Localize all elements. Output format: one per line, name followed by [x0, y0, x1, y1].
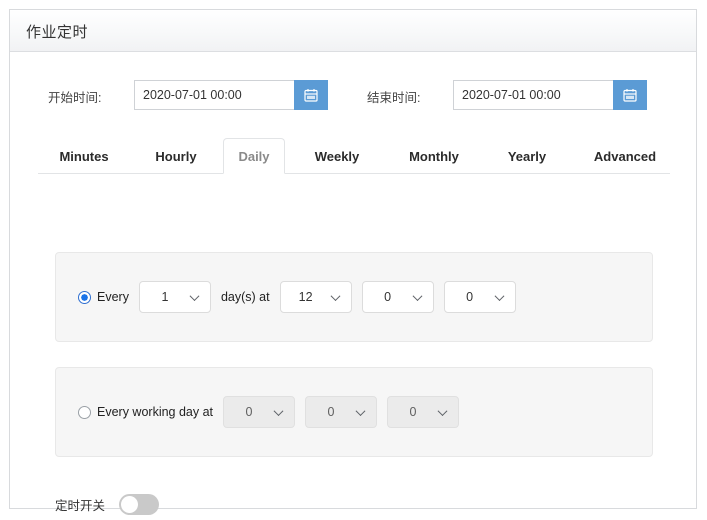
every-working-day-radio[interactable] — [78, 405, 91, 419]
chevron-down-icon — [191, 294, 199, 299]
chevron-down-icon — [496, 294, 504, 299]
dialog-body: 开始时间: 2020-07-01 00:00 结束时间: 2020-07-01 … — [10, 52, 696, 515]
timer-switch-knob — [121, 496, 139, 513]
timer-switch-row: 定时开关 — [55, 494, 160, 515]
every-working-day-minute-select[interactable]: 0 — [305, 396, 378, 428]
every-n-days-second-select[interactable]: 0 — [443, 281, 516, 313]
dialog-header: 作业定时 — [10, 10, 696, 52]
every-working-day-row: Every working day at 0 0 0 — [78, 396, 460, 428]
every-n-days-hour-select[interactable]: 12 — [279, 281, 352, 313]
chevron-down-icon — [275, 409, 283, 414]
schedule-tabs: Minutes Hourly Daily Weekly Monthly Year… — [38, 138, 670, 174]
every-n-days-radio[interactable] — [78, 290, 91, 304]
datetime-range-row: 开始时间: 2020-07-01 00:00 结束时间: 2020-07-01 … — [10, 80, 696, 110]
start-time-calendar-button[interactable] — [294, 80, 328, 110]
every-working-day-hour-select[interactable]: 0 — [223, 396, 296, 428]
timer-switch-label: 定时开关 — [55, 499, 106, 513]
every-n-days-middle-label: day(s) at — [220, 290, 270, 304]
every-n-days-row: Every 1 day(s) at 12 0 0 — [78, 281, 516, 313]
every-working-day-second-select[interactable]: 0 — [387, 396, 460, 428]
end-time-input[interactable]: 2020-07-01 00:00 — [453, 80, 613, 110]
start-time-control: 2020-07-01 00:00 — [134, 80, 328, 110]
tab-hourly[interactable]: Hourly — [136, 139, 216, 174]
tab-monthly[interactable]: Monthly — [388, 139, 480, 174]
every-n-days-count-select[interactable]: 1 — [138, 281, 211, 313]
every-working-day-panel: Every working day at 0 0 0 — [55, 367, 653, 457]
start-time-input[interactable]: 2020-07-01 00:00 — [134, 80, 294, 110]
calendar-icon — [623, 89, 637, 102]
chevron-down-icon — [357, 409, 365, 414]
end-time-calendar-button[interactable] — [613, 80, 647, 110]
calendar-icon — [304, 89, 318, 102]
tab-yearly[interactable]: Yearly — [488, 139, 566, 174]
tab-weekly[interactable]: Weekly — [296, 139, 378, 174]
every-n-days-second-value: 0 — [466, 290, 474, 304]
every-n-days-prefix-label: Every — [97, 290, 129, 304]
end-time-label: 结束时间: — [367, 91, 421, 105]
every-n-days-hour-value: 12 — [298, 290, 313, 304]
every-n-days-count-value: 1 — [161, 290, 169, 304]
timer-switch-toggle[interactable] — [119, 494, 160, 515]
tab-advanced[interactable]: Advanced — [576, 139, 674, 174]
tab-daily[interactable]: Daily — [223, 138, 285, 174]
page-title: 作业定时 — [26, 24, 89, 41]
every-working-day-label: Every working day at — [97, 405, 214, 419]
every-n-days-minute-value: 0 — [384, 290, 392, 304]
every-n-days-minute-select[interactable]: 0 — [361, 281, 434, 313]
chevron-down-icon — [332, 294, 340, 299]
end-time-control: 2020-07-01 00:00 — [453, 80, 647, 110]
chevron-down-icon — [439, 409, 447, 414]
every-n-days-panel: Every 1 day(s) at 12 0 0 — [55, 252, 653, 342]
start-time-label: 开始时间: — [48, 91, 102, 105]
job-schedule-dialog: 作业定时 开始时间: 2020-07-01 00:00 结束时间: 2020-0… — [9, 9, 697, 515]
tab-minutes[interactable]: Minutes — [38, 139, 130, 174]
chevron-down-icon — [414, 294, 422, 299]
